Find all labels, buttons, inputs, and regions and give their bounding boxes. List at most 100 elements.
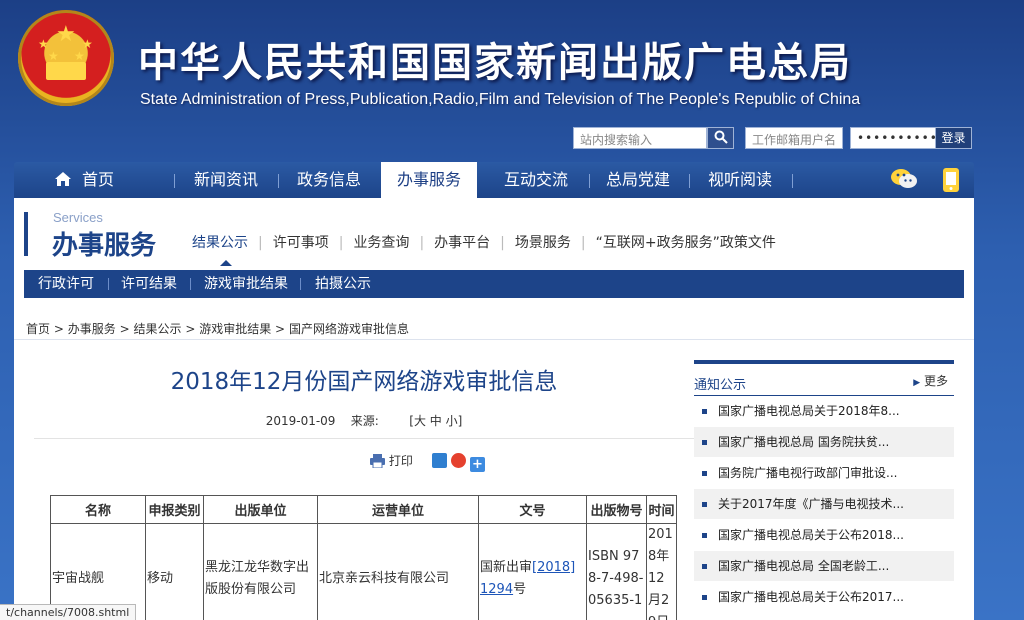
font-size-control[interactable]: [大 中 小] <box>409 414 462 428</box>
col-category: 申报类别 <box>145 495 204 524</box>
mail-username-input[interactable]: 工作邮箱用户名 <box>745 127 843 149</box>
col-publication-number: 出版物号 <box>586 495 647 524</box>
nav-interaction[interactable]: 互动交流 <box>504 162 568 198</box>
share-toolbar: 打印 + <box>370 452 489 472</box>
national-emblem-logo: ★ ★ ★ ★ ★ <box>18 10 114 106</box>
cell-category: 移动 <box>145 523 204 620</box>
wechat-icon[interactable] <box>890 167 918 191</box>
list-item[interactable]: 关于2017年度《广播与电视技术... <box>694 489 954 520</box>
triangle-right-icon: ▶ <box>913 378 921 388</box>
tab-filming-notices[interactable]: 拍摄公示 <box>315 270 371 298</box>
print-button[interactable]: 打印 <box>370 454 417 469</box>
breadcrumb-results[interactable]: 结果公示 <box>133 322 181 336</box>
list-item-text: 国务院广播电视行政部门审批设... <box>718 466 898 480</box>
nav-government-info[interactable]: 政务信息 <box>297 162 361 198</box>
subnav-business-query[interactable]: 业务查询 <box>353 232 409 252</box>
breadcrumb-home[interactable]: 首页 <box>26 322 50 336</box>
breadcrumb-separator: > <box>185 322 196 336</box>
list-item[interactable]: 国家广播电视总局关于公布2018... <box>694 520 954 551</box>
list-item-text: 关于2017年度《广播与电视技术... <box>718 497 904 511</box>
active-indicator <box>220 260 232 266</box>
list-item-text: 国家广播电视总局关于公布2018... <box>718 528 904 542</box>
col-document-number: 文号 <box>478 495 587 524</box>
list-item-text: 国家广播电视总局 国务院扶贫... <box>718 435 890 449</box>
list-item-text: 国家广播电视总局关于2018年8... <box>718 404 900 418</box>
breadcrumb-current: 国产网络游戏审批信息 <box>288 322 409 336</box>
subnav-internet-plus-policy[interactable]: “互联网+政务服务”政策文件 <box>596 232 776 252</box>
article-source-label: 来源: <box>350 414 379 428</box>
doc-prefix: 国新出审 <box>480 560 533 575</box>
site-title: 中华人民共和国国家新闻出版广电总局 <box>138 39 852 86</box>
list-item[interactable]: 国家广播电视总局关于公布2017... <box>694 582 954 613</box>
list-item[interactable]: 国务院广播电视行政部门审批设... <box>694 458 954 489</box>
article-meta: 2019-01-09 来源: [大 中 小] <box>34 412 694 429</box>
breadcrumb-game-approval[interactable]: 游戏审批结果 <box>199 322 271 336</box>
breadcrumb: 首页 > 办事服务 > 结果公示 > 游戏审批结果 > 国产网络游戏审批信息 <box>26 320 409 337</box>
breadcrumb-separator: > <box>53 322 64 336</box>
search-icon <box>714 130 728 144</box>
approval-table: 名称 申报类别 出版单位 运营单位 文号 出版物号 时间 宇宙战舰 移动 黑龙江… <box>50 495 677 620</box>
cell-isbn: ISBN 978-7-498-05635-1 <box>586 523 647 620</box>
list-item-text: 国家广播电视总局 全国老龄工... <box>718 559 890 573</box>
more-link[interactable]: ▶ 更多 <box>913 372 948 389</box>
section-title: 办事服务 <box>52 231 157 261</box>
mail-password-input[interactable]: •••••••••• <box>850 127 937 149</box>
article-date: 2019-01-09 <box>265 414 336 428</box>
col-operator: 运营单位 <box>317 495 479 524</box>
sidebar-header: 通知公示 ▶ 更多 <box>694 364 954 396</box>
subnav-licensing[interactable]: 许可事项 <box>273 232 329 252</box>
nav-party-building[interactable]: 总局党建 <box>606 162 670 198</box>
site-subtitle: State Administration of Press,Publicatio… <box>140 91 861 108</box>
subnav-service-platform[interactable]: 办事平台 <box>434 232 490 252</box>
main-nav: 首页 新闻资讯 政务信息 办事服务 互动交流 总局党建 视听阅读 <box>14 162 974 198</box>
tab-admin-license[interactable]: 行政许可 <box>38 270 94 298</box>
divider <box>34 438 694 439</box>
divider <box>14 339 974 340</box>
nav-services[interactable]: 办事服务 <box>381 162 478 198</box>
home-icon <box>55 172 71 186</box>
section-en-label: Services <box>53 210 103 225</box>
subnav-results[interactable]: 结果公示 <box>192 232 248 252</box>
printer-icon <box>370 454 385 469</box>
doc-suffix: 号 <box>513 582 527 597</box>
site-header: ★ ★ ★ ★ ★ 中华人民共和国国家新闻出版广电总局 State Admini… <box>0 0 1024 160</box>
content-panel: Services 办事服务 结果公示 | 许可事项 | 业务查询 | 办事平台 | 场景服务 | “… <box>14 198 974 620</box>
cell-document-number: 国新出审[2018] 1294号 <box>478 523 587 620</box>
list-item[interactable]: 国家广播电视总局关于2018年8... <box>694 396 954 427</box>
list-item[interactable]: 国家广播电视总局 国务院扶贫... <box>694 427 954 458</box>
browser-status-bar: t/channels/7008.shtml <box>0 604 137 620</box>
section-marker <box>24 212 32 256</box>
nav-home-label: 首页 <box>82 170 115 189</box>
col-time: 时间 <box>646 495 677 524</box>
cell-publisher: 黑龙江龙华数字出版股份有限公司 <box>203 523 318 620</box>
breadcrumb-services[interactable]: 办事服务 <box>68 322 116 336</box>
nav-audiovisual-reading[interactable]: 视听阅读 <box>708 162 772 198</box>
nav-news[interactable]: 新闻资讯 <box>194 162 258 198</box>
weibo-share-icon[interactable] <box>450 453 466 468</box>
table-header-row: 名称 申报类别 出版单位 运营单位 文号 出版物号 时间 <box>50 495 677 524</box>
search-button[interactable] <box>707 127 734 149</box>
more-label: 更多 <box>923 374 948 388</box>
site-search-input[interactable]: 站内搜索输入 <box>573 127 707 149</box>
col-name: 名称 <box>50 495 146 524</box>
notice-sidebar: 通知公示 ▶ 更多 国家广播电视总局关于2018年8... 国家广播电视总局 国… <box>694 360 954 613</box>
more-share-icon[interactable]: + <box>469 457 485 472</box>
list-item[interactable]: 国家广播电视总局 全国老龄工... <box>694 551 954 582</box>
sub-tab-bar: 行政许可 许可结果 游戏审批结果 拍摄公示 <box>24 270 964 298</box>
login-button[interactable]: 登录 <box>935 127 972 149</box>
table-row: 宇宙战舰 移动 黑龙江龙华数字出版股份有限公司 北京亲云科技有限公司 国新出审[… <box>50 523 677 620</box>
cell-time: 2018年12月29日 <box>646 523 677 620</box>
col-publisher: 出版单位 <box>203 495 318 524</box>
subnav-scenario-services[interactable]: 场景服务 <box>515 232 571 252</box>
qzone-share-icon[interactable] <box>431 453 447 468</box>
tab-game-approval-results[interactable]: 游戏审批结果 <box>204 270 288 298</box>
cell-operator: 北京亲云科技有限公司 <box>317 523 479 620</box>
article-title: 2018年12月份国产网络游戏审批信息 <box>170 369 558 395</box>
notice-list: 国家广播电视总局关于2018年8... 国家广播电视总局 国务院扶贫... 国务… <box>694 396 954 613</box>
sidebar-title: 通知公示 <box>694 378 747 393</box>
tab-license-results[interactable]: 许可结果 <box>121 270 177 298</box>
breadcrumb-separator: > <box>119 322 130 336</box>
mobile-icon[interactable] <box>941 167 961 193</box>
nav-home[interactable]: 首页 <box>54 162 114 198</box>
list-item-text: 国家广播电视总局关于公布2017... <box>718 590 904 604</box>
